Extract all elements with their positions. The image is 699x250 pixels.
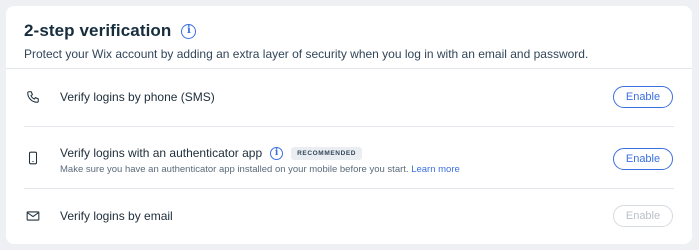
authenticator-label-text: Verify logins with an authenticator app	[60, 146, 263, 160]
enable-phone-button[interactable]: Enable	[613, 86, 673, 108]
option-row-authenticator: Verify logins with an authenticator app …	[6, 126, 692, 188]
option-label-authenticator: Verify logins with an authenticator app …	[60, 146, 363, 160]
recommended-badge: RECOMMENDED	[291, 146, 363, 160]
phone-icon	[26, 90, 40, 104]
enable-authenticator-button[interactable]: Enable	[613, 148, 673, 170]
authenticator-description-text: Make sure you have an authenticator app …	[60, 164, 409, 175]
info-icon[interactable]: i	[181, 23, 197, 39]
option-label-phone: Verify logins by phone (SMS)	[60, 90, 215, 104]
two-step-verification-card: 2-step verification i Protect your Wix a…	[6, 6, 692, 244]
info-icon[interactable]: i	[270, 146, 284, 160]
section-header: 2-step verification i Protect your Wix a…	[24, 20, 674, 61]
learn-more-link[interactable]: Learn more	[411, 164, 460, 175]
section-subtitle: Protect your Wix account by adding an ex…	[24, 47, 589, 61]
option-label-email: Verify logins by email	[60, 209, 173, 223]
mobile-device-icon	[26, 151, 40, 165]
enable-email-button[interactable]: Enable	[613, 205, 673, 227]
title-row: 2-step verification i	[24, 20, 674, 42]
option-row-email: Verify logins by email Enable	[6, 188, 692, 244]
envelope-icon	[26, 209, 40, 223]
option-row-phone: Verify logins by phone (SMS) Enable	[6, 68, 692, 126]
section-title: 2-step verification	[24, 21, 172, 40]
option-description-authenticator: Make sure you have an authenticator app …	[60, 164, 460, 175]
